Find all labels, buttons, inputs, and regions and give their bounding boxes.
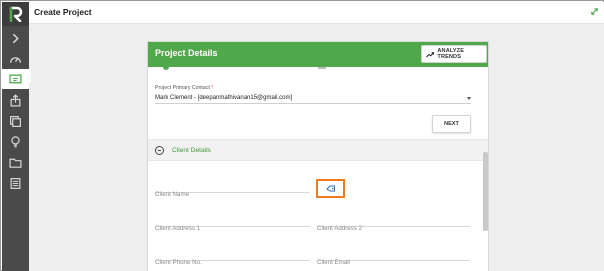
next-label: NEXT (444, 121, 459, 127)
app-window: Create Project Project Details ANALYZE T… (0, 0, 604, 271)
primary-contact-label-text: Project Primary Contact (155, 85, 210, 91)
upload-icon (10, 93, 21, 107)
required-mark: * (211, 85, 214, 91)
client-details-section-header[interactable]: Client Details (148, 139, 488, 161)
folder-icon (9, 158, 22, 168)
progress-dash (318, 67, 326, 69)
sidebar-item-ideas[interactable] (2, 131, 29, 151)
collapse-icon[interactable] (155, 146, 164, 155)
layers-icon (10, 115, 21, 127)
sidebar-item-layers[interactable] (2, 111, 29, 131)
active-indicator (28, 71, 31, 83)
tag-icon (325, 185, 335, 191)
dialog-header: Project Details ANALYZE TRENDS (148, 42, 488, 67)
sidebar-item-expand[interactable] (2, 28, 29, 48)
project-details-dialog: Project Details ANALYZE TRENDS Project P… (147, 41, 489, 271)
client-address-2-input[interactable] (317, 225, 470, 232)
title-bar: Create Project (29, 2, 604, 24)
lightbulb-icon (11, 135, 20, 148)
primary-contact-select[interactable]: Mark Clement - [deepanmathivanan15@gmail… (155, 94, 471, 104)
client-details-title: Client Details (172, 147, 211, 154)
gauge-icon (9, 56, 22, 63)
client-phone-field[interactable] (155, 251, 310, 266)
chevron-right-icon (12, 33, 19, 43)
analyze-trends-label: ANALYZE TRENDS (437, 48, 465, 60)
scrolled-progress-row (148, 66, 488, 73)
client-phone-input[interactable] (155, 259, 310, 266)
client-address-2-field[interactable] (317, 217, 470, 232)
client-address-1-field[interactable] (155, 217, 310, 232)
page-title: Create Project (34, 7, 92, 17)
list-icon (10, 177, 21, 189)
client-name-field[interactable] (155, 183, 310, 198)
project-screen-icon (9, 74, 22, 83)
chevron-down-icon (467, 97, 471, 100)
expand-icon[interactable] (590, 7, 599, 16)
sidebar-item-dashboard[interactable] (2, 49, 29, 69)
trend-up-icon (426, 51, 435, 57)
client-email-input[interactable] (317, 259, 470, 266)
sidebar-item-export[interactable] (2, 90, 29, 110)
sidebar-item-files[interactable] (2, 152, 29, 172)
analyze-trends-button[interactable]: ANALYZE TRENDS (421, 45, 487, 63)
sidebar-item-reports[interactable] (2, 173, 29, 193)
client-email-field[interactable] (317, 251, 470, 266)
client-name-input[interactable] (155, 191, 310, 198)
dialog-scrollbar[interactable] (483, 152, 488, 231)
next-button[interactable]: NEXT (432, 115, 471, 133)
progress-dot (163, 66, 169, 70)
dialog-title: Project Details (155, 48, 218, 58)
primary-contact-label: Project Primary Contact * (155, 85, 213, 91)
app-logo[interactable] (2, 2, 29, 26)
primary-contact-value: Mark Clement - [deepanmathivanan15@gmail… (155, 95, 293, 101)
client-name-highlight[interactable] (316, 179, 345, 198)
sidebar-item-projects[interactable] (2, 69, 29, 89)
client-address-1-input[interactable] (155, 225, 310, 232)
logo-icon (9, 6, 22, 22)
left-sidebar (2, 2, 29, 271)
